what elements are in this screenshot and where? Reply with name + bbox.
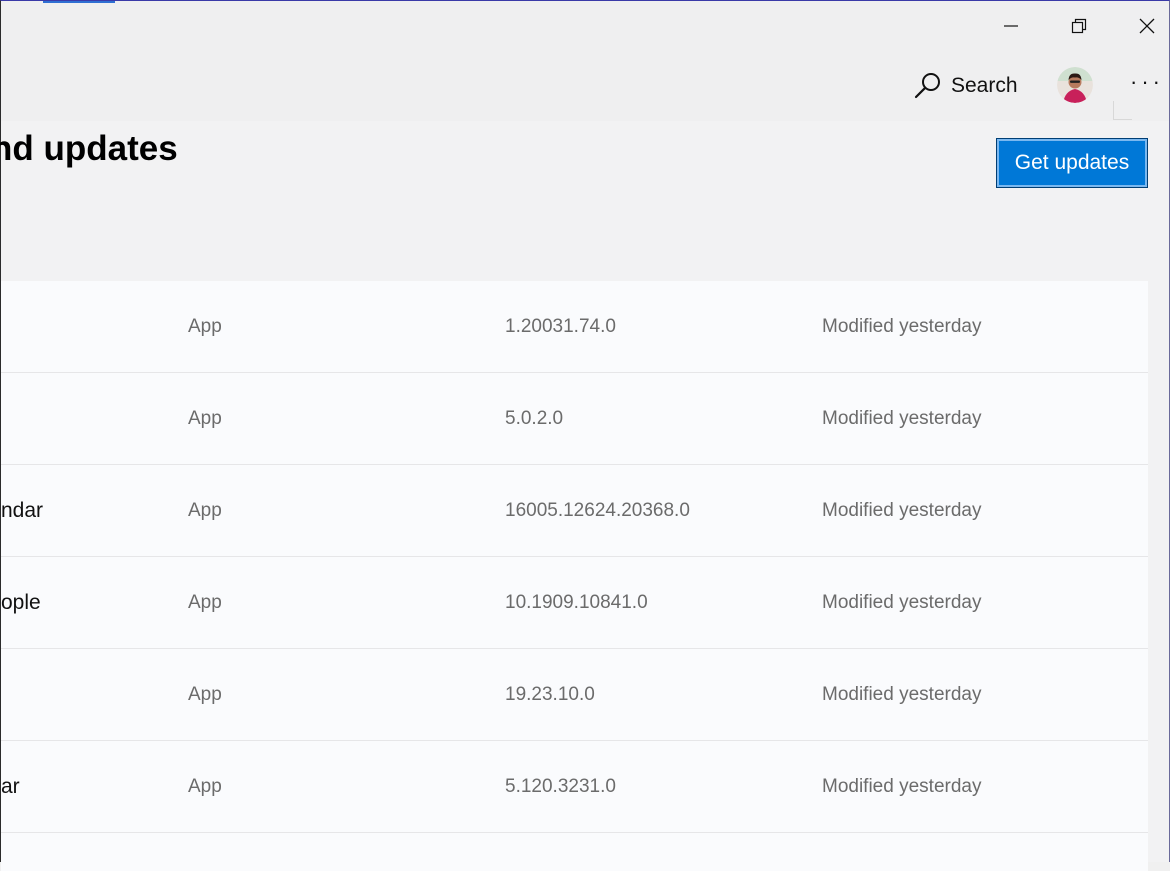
app-type: App — [188, 500, 222, 521]
app-type: App — [188, 592, 222, 613]
list-item[interactable]: App 19.23.10.0 Modified yesterday — [1, 649, 1148, 741]
store-window: Search ··· nd updates Get updates App 1.… — [0, 0, 1170, 871]
get-updates-button[interactable]: Get updates — [996, 138, 1148, 188]
app-version: 5.120.3231.0 — [505, 776, 616, 797]
app-version: 1.20031.74.0 — [505, 316, 616, 337]
app-list: App 1.20031.74.0 Modified yesterday App … — [1, 281, 1148, 871]
list-item[interactable]: ople App 10.1909.10841.0 Modified yester… — [1, 557, 1148, 649]
active-tab-indicator — [43, 1, 115, 3]
restore-icon — [1071, 18, 1087, 34]
app-modified: Modified yesterday — [822, 592, 982, 613]
minimize-button[interactable] — [977, 3, 1045, 49]
close-button[interactable] — [1113, 3, 1170, 49]
list-item[interactable]: App 1.20031.74.0 Modified yesterday — [1, 281, 1148, 373]
list-item[interactable]: ndar App 16005.12624.20368.0 Modified ye… — [1, 465, 1148, 557]
app-modified: Modified yesterday — [822, 684, 982, 705]
app-type: App — [188, 316, 222, 337]
more-options-button[interactable]: ··· — [1127, 67, 1167, 97]
app-name: ndar — [1, 499, 44, 522]
app-version: 19.23.10.0 — [505, 684, 595, 705]
list-item[interactable]: App 5.0.2.0 Modified yesterday — [1, 373, 1148, 465]
avatar-icon — [1057, 67, 1093, 103]
app-name: ople — [1, 591, 41, 614]
user-avatar[interactable] — [1057, 67, 1093, 103]
app-modified: Modified yesterday — [822, 316, 982, 337]
app-modified: Modified yesterday — [822, 408, 982, 429]
restore-button[interactable] — [1045, 3, 1113, 49]
close-icon — [1139, 18, 1155, 34]
search-label: Search — [951, 74, 1018, 97]
app-modified: Modified yesterday — [822, 500, 982, 521]
search-button[interactable]: Search — [913, 67, 1018, 105]
search-icon — [914, 73, 940, 99]
app-modified: Modified yesterday — [822, 776, 982, 797]
list-item[interactable]: ar App 5.120.3231.0 Modified yesterday — [1, 741, 1148, 833]
page-title: nd updates — [0, 129, 178, 168]
app-type: App — [188, 408, 222, 429]
app-type: App — [188, 776, 222, 797]
app-name: ar — [1, 775, 20, 798]
more-menu-divider — [1113, 101, 1132, 120]
app-version: 16005.12624.20368.0 — [505, 500, 690, 521]
minimize-icon — [1004, 25, 1018, 27]
app-version: 5.0.2.0 — [505, 408, 564, 429]
app-version: 10.1909.10841.0 — [505, 592, 648, 613]
app-type: App — [188, 684, 222, 705]
